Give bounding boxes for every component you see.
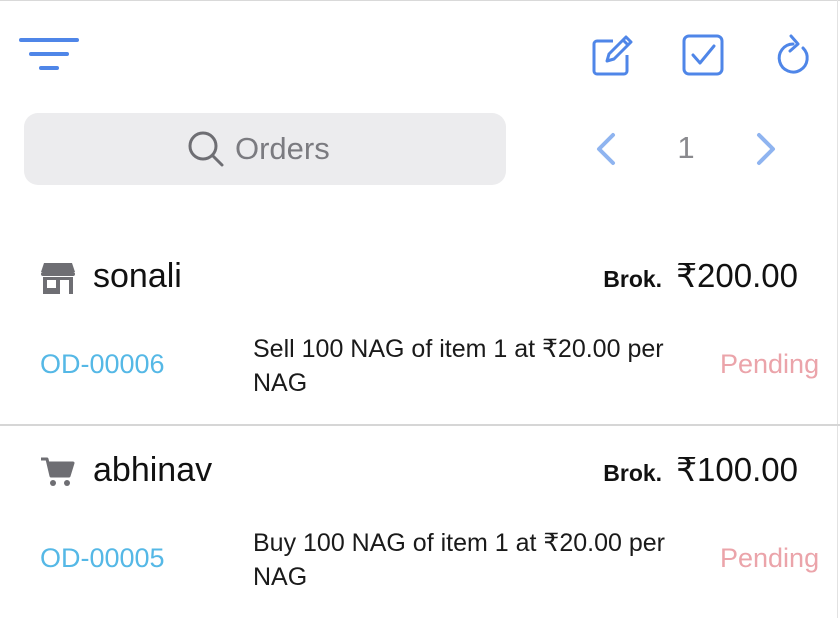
order-id-link[interactable]: OD-00006: [40, 349, 165, 380]
page-number: 1: [677, 130, 695, 165]
chevron-left-icon: [597, 133, 615, 165]
order-id-link[interactable]: OD-00005: [40, 543, 165, 574]
brokerage-label: Brok.: [603, 266, 663, 292]
order-list-item[interactable]: abhinav Brok. ₹100.00 OD-00005 Buy 100 N…: [0, 426, 840, 618]
previous-page-button[interactable]: [588, 126, 624, 172]
edit-icon: [592, 35, 633, 76]
status-badge: Pending: [720, 349, 820, 379]
search-input[interactable]: [235, 131, 343, 167]
store-icon: [40, 260, 76, 296]
checkbox-icon: [682, 34, 724, 76]
filter-button[interactable]: [18, 34, 80, 74]
order-list-item[interactable]: sonali Brok. ₹200.00 OD-00006 Sell 100 N…: [0, 240, 840, 425]
refresh-button[interactable]: [772, 32, 814, 78]
select-button[interactable]: [680, 32, 726, 78]
order-description: Sell 100 NAG of item 1 at ₹20.00 per NAG: [253, 335, 664, 397]
refresh-icon: [777, 34, 809, 74]
brokerage-value: ₹200.00: [676, 257, 798, 294]
order-description: Buy 100 NAG of item 1 at ₹20.00 per NAG: [253, 529, 665, 591]
brokerage-label: Brok.: [603, 460, 663, 486]
edit-button[interactable]: [588, 32, 634, 78]
brokerage: Brok. ₹200.00: [603, 256, 798, 295]
chevron-right-icon: [757, 133, 775, 165]
search-icon: [187, 130, 225, 168]
next-page-button[interactable]: [748, 126, 784, 172]
party-name: sonali: [93, 257, 182, 295]
search-bar[interactable]: [24, 113, 506, 185]
cart-icon: [40, 454, 76, 490]
brokerage: Brok. ₹100.00: [603, 450, 798, 489]
status-badge: Pending: [720, 543, 820, 573]
brokerage-value: ₹100.00: [676, 451, 798, 488]
top-border: [0, 0, 840, 1]
filter-icon: [19, 38, 79, 70]
party-name: abhinav: [93, 451, 213, 489]
